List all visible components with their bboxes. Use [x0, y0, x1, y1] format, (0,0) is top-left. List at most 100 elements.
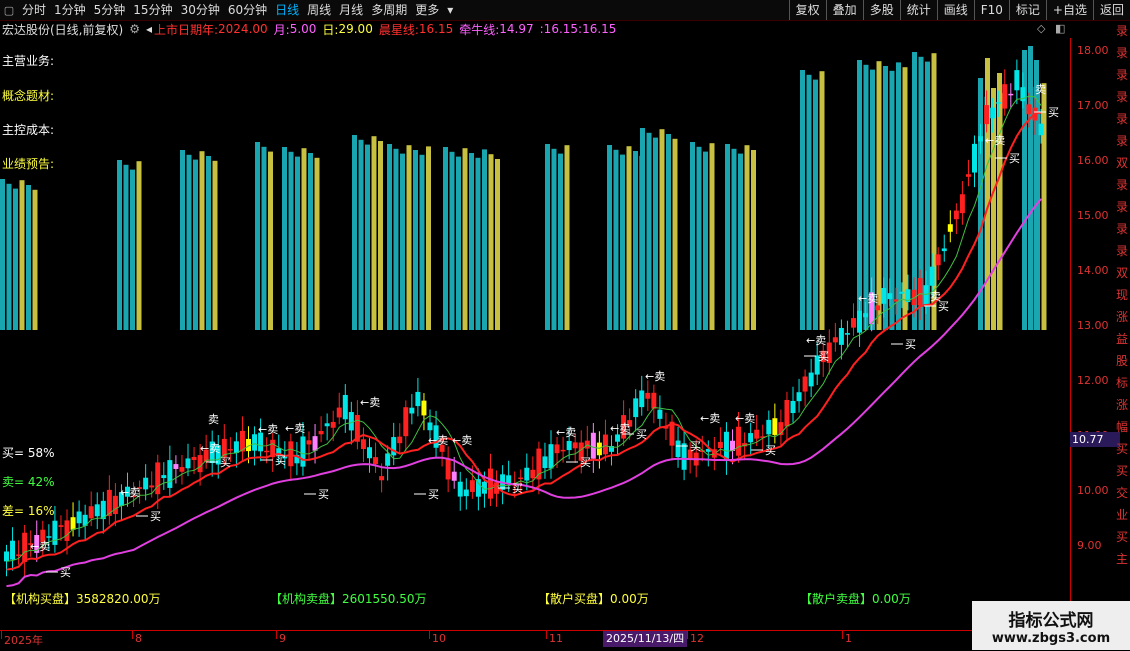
draw-line-button[interactable]: 画线	[936, 0, 974, 20]
more-dropdown-icon[interactable]: ▾	[443, 0, 457, 20]
sell-marker: ←卖	[200, 442, 220, 455]
sell-marker: ←卖	[858, 292, 878, 305]
business-label: 主营业务:	[2, 54, 55, 68]
candle-body	[651, 392, 657, 409]
fuquan-button[interactable]: 复权	[788, 0, 826, 20]
strip-char: 幅	[1116, 420, 1129, 434]
volume-bar	[690, 142, 695, 330]
candle-body	[276, 448, 282, 454]
candle-body	[360, 439, 366, 450]
buy-marker: 买	[818, 350, 829, 363]
candle-body	[857, 310, 863, 333]
period-tabs: ▢ 分时 1分钟 5分钟 15分钟 30分钟 60分钟 日线 周线 月线 多周期…	[0, 0, 457, 20]
date-tick: 8	[135, 632, 142, 645]
kline-chart[interactable]: 买买买 买买买买买买买 买买买买买买←卖←卖←卖←卖 ←卖←卖←卖 ←卖←卖 ←卖←卖←卖…	[0, 38, 1070, 630]
price-tick: 10.00	[1077, 484, 1109, 497]
tab-monthly[interactable]: 月线	[335, 0, 367, 20]
listing-value: 2024.00	[218, 22, 268, 36]
volume-bar	[308, 153, 313, 330]
strip-char: 标	[1116, 376, 1129, 390]
candle-body	[367, 447, 372, 459]
volume-bar	[876, 61, 882, 330]
add-watchlist-button[interactable]: +自选	[1045, 0, 1093, 20]
candle-body	[233, 441, 239, 454]
listing-label: 上市日期年:	[153, 22, 219, 37]
candle-body	[590, 432, 596, 459]
candle-body	[252, 434, 258, 451]
strip-char: 录	[1116, 68, 1129, 82]
volume-bar	[819, 71, 825, 330]
sell-marker: ←卖	[360, 396, 380, 409]
buy-percent: 买= 58%	[2, 446, 55, 460]
date-tick: 11	[549, 632, 563, 645]
tab-15min[interactable]: 15分钟	[129, 0, 176, 20]
candle-body	[717, 441, 723, 449]
candle-body	[312, 436, 318, 451]
strip-char: 双	[1116, 266, 1129, 280]
tab-30min[interactable]: 30分钟	[177, 0, 224, 20]
candle-body	[348, 412, 354, 431]
overlay-button[interactable]: 叠加	[825, 0, 863, 20]
candle-body	[899, 291, 905, 294]
diamond-icon[interactable]: ◇	[1037, 22, 1045, 35]
volume-bar	[295, 156, 300, 330]
menu-icon[interactable]: ▢	[0, 1, 18, 19]
strip-char: 录	[1116, 24, 1129, 38]
volume-bar	[365, 144, 370, 330]
volume-bar	[744, 145, 750, 330]
tab-weekly[interactable]: 周线	[303, 0, 335, 20]
strip-char: 股	[1116, 354, 1129, 368]
candle-body	[397, 436, 403, 444]
watermark-title: 指标公式网	[1008, 610, 1094, 631]
tab-fenshi[interactable]: 分时	[18, 0, 50, 20]
retail-buy-stat: 【散户买盘】0.00万	[538, 592, 649, 606]
candle-body	[645, 392, 651, 399]
sell-marker: ←卖	[556, 426, 576, 439]
tab-more[interactable]: 更多	[411, 0, 443, 20]
candle-body	[64, 520, 70, 541]
back-button[interactable]: 返回	[1092, 0, 1130, 20]
stats-button[interactable]: 统计	[899, 0, 937, 20]
price-tick: 18.00	[1077, 44, 1109, 57]
mark-button[interactable]: 标记	[1008, 0, 1046, 20]
volume-bar	[475, 157, 481, 330]
candle-body	[572, 442, 578, 449]
candle-body	[173, 464, 179, 469]
candle-body	[548, 444, 554, 469]
sell-marker: ←卖	[452, 434, 472, 447]
tab-60min[interactable]: 60分钟	[224, 0, 271, 20]
tab-daily[interactable]: 日线	[271, 0, 303, 20]
date-tick-mark	[132, 631, 133, 639]
volume-bar	[19, 180, 25, 330]
candle-body	[4, 551, 9, 562]
candle-body	[639, 390, 645, 408]
volume-bar	[863, 64, 869, 331]
candle-body	[984, 105, 990, 125]
settings-icon[interactable]: ⚙	[129, 22, 140, 36]
volume-bar	[469, 153, 474, 330]
candle-body	[518, 477, 524, 480]
volume-bar	[186, 154, 192, 330]
candle-body	[76, 511, 82, 524]
sell-marker: ←卖	[985, 134, 1005, 147]
candle-body	[427, 422, 433, 431]
tab-5min[interactable]: 5分钟	[90, 0, 130, 20]
window-icon[interactable]: ◧	[1055, 22, 1065, 35]
volume-bar	[449, 151, 455, 330]
tab-1min[interactable]: 1分钟	[50, 0, 90, 20]
candle-body	[596, 442, 602, 456]
multi-stock-button[interactable]: 多股	[862, 0, 900, 20]
collapse-icon[interactable]: ◂	[146, 22, 152, 36]
f10-button[interactable]: F10	[973, 0, 1009, 20]
forecast-label: 业绩预告:	[2, 157, 55, 171]
stock-title: 宏达股份(日线,前复权)	[2, 22, 124, 37]
volume-bar	[0, 179, 5, 330]
buy-marker: 买	[428, 488, 439, 501]
strip-char: 录	[1116, 222, 1129, 236]
tab-multi-period[interactable]: 多周期	[367, 0, 411, 20]
month-label: 月:	[273, 22, 290, 37]
volume-bar	[282, 147, 287, 330]
day-label: 日:	[322, 22, 339, 37]
date-tick: 9	[279, 632, 286, 645]
volume-bar	[393, 148, 399, 330]
